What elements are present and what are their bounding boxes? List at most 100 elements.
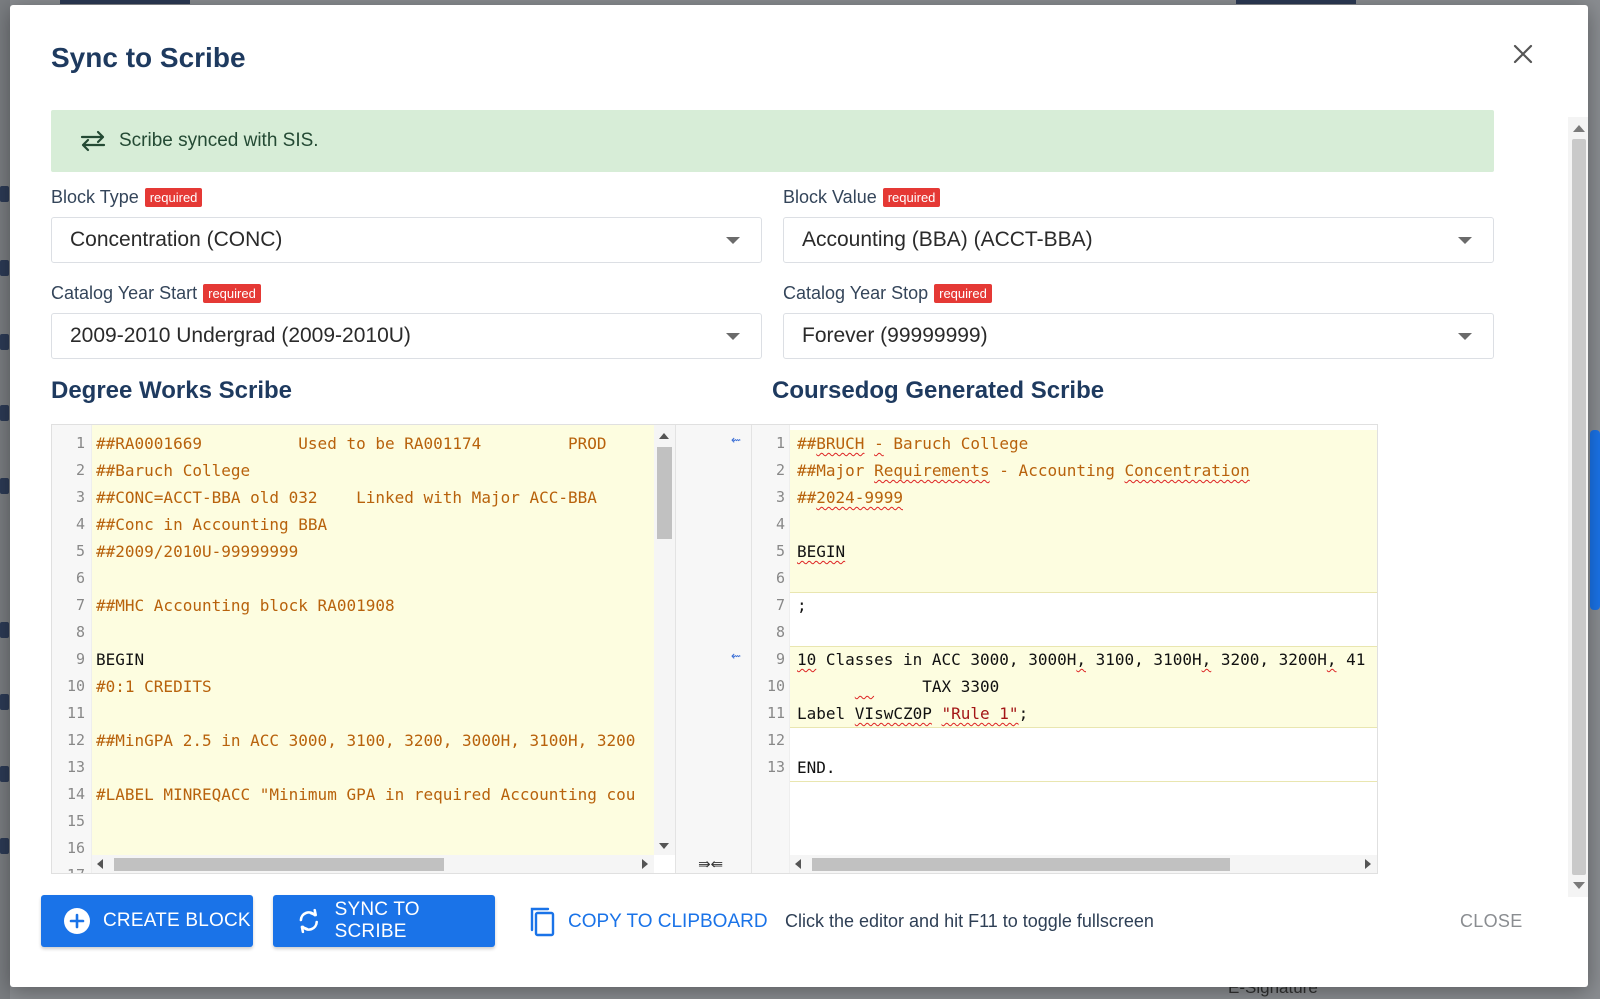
code-text: ##2009/2010U-99999999 xyxy=(96,542,299,561)
line-number: 10 xyxy=(66,677,85,695)
code-line[interactable]: 13 END. xyxy=(752,754,1377,781)
create-block-button[interactable]: CREATE BLOCK xyxy=(41,895,253,947)
required-badge: required xyxy=(882,188,941,207)
left-code-lines: 1 ##RA0001669 Used to be RA001174 PROD 2 ##… xyxy=(52,430,675,873)
chunk-border xyxy=(790,781,1377,782)
code-text: ##Major Requirements - Accounting Concen… xyxy=(797,457,1250,484)
left-horizontal-scrollbar[interactable] xyxy=(92,855,654,873)
scroll-up-arrow-icon[interactable] xyxy=(1573,125,1585,132)
code-line[interactable]: 6 xyxy=(752,565,1377,592)
degree-works-editor-pane[interactable]: 1 ##RA0001669 Used to be RA001174 PROD 2 ##… xyxy=(52,425,675,873)
line-number: 13 xyxy=(766,758,785,776)
code-line[interactable]: 11 Label VIswCZ0P "Rule 1"; xyxy=(752,700,1377,727)
code-segment: Classes in ACC 3000, 3000H xyxy=(816,650,1077,669)
code-line[interactable]: 7 ##MHC Accounting block RA001908 xyxy=(52,592,675,619)
merge-chunk-arrow-icon[interactable]: ⇜ xyxy=(731,649,741,663)
copy-to-clipboard-button[interactable]: COPY TO CLIPBOARD xyxy=(528,905,768,939)
code-segment: 41 xyxy=(1336,650,1366,669)
line-number: 17 xyxy=(52,862,85,873)
background-sidebar-icon xyxy=(0,334,9,350)
code-line[interactable]: 12 xyxy=(752,727,1377,754)
code-line[interactable]: 11 xyxy=(52,700,675,727)
scroll-left-arrow-icon[interactable] xyxy=(795,859,801,869)
line-number: 4 xyxy=(75,515,85,533)
code-line[interactable]: 4 ##Conc in Accounting BBA xyxy=(52,511,675,538)
left-vertical-scrollbar[interactable] xyxy=(654,425,675,855)
spellcheck-flagged-text: 10 xyxy=(797,650,817,669)
spellcheck-flagged-text: Concentration xyxy=(1124,461,1250,480)
spellcheck-flagged-text xyxy=(855,677,874,696)
code-line[interactable]: 2 ##Major Requirements - Accounting Conce… xyxy=(752,457,1377,484)
scrollbar-thumb[interactable] xyxy=(812,858,1230,871)
code-line[interactable]: 4 xyxy=(752,511,1377,538)
spellcheck-flagged-text: , xyxy=(1201,650,1212,669)
scroll-right-arrow-icon[interactable] xyxy=(642,859,648,869)
line-number: 5 xyxy=(775,542,785,560)
code-line[interactable]: 1 ##BRUCH - Baruch College xyxy=(752,430,1377,457)
required-badge: required xyxy=(934,284,992,303)
close-button[interactable]: CLOSE xyxy=(1460,911,1523,932)
code-text: BEGIN xyxy=(797,538,845,565)
add-circle-icon xyxy=(64,908,90,934)
code-line[interactable]: 8 xyxy=(52,619,675,646)
code-segment: ## xyxy=(797,488,817,507)
code-line[interactable]: 10 TAX 3300 xyxy=(752,673,1377,700)
sync-status-alert: Scribe synced with SIS. xyxy=(51,110,1494,172)
code-line[interactable]: 1 ##RA0001669 Used to be RA001174 PROD xyxy=(52,430,675,457)
spellcheck-flagged-text: , xyxy=(1076,650,1086,669)
code-text: ##RA0001669 Used to be RA001174 PROD xyxy=(96,434,607,453)
line-number: 7 xyxy=(75,596,85,614)
right-horizontal-scrollbar[interactable] xyxy=(790,855,1377,873)
code-line[interactable]: 15 xyxy=(52,808,675,835)
line-number: 16 xyxy=(66,839,85,857)
spellcheck-flagged-text: - xyxy=(874,434,884,453)
code-line[interactable]: 5 ##2009/2010U-99999999 xyxy=(52,538,675,565)
code-line[interactable]: 8 xyxy=(752,619,1377,646)
code-line[interactable]: 2 ##Baruch College xyxy=(52,457,675,484)
code-line[interactable]: 13 xyxy=(52,754,675,781)
code-segment: ## xyxy=(797,434,817,453)
code-line[interactable]: 10 #0:1 CREDITS xyxy=(52,673,675,700)
close-icon[interactable] xyxy=(1510,41,1536,67)
code-line[interactable]: 12 ##MinGPA 2.5 in ACC 3000, 3100, 3200, … xyxy=(52,727,675,754)
catalog-year-stop-label-text: Catalog Year Stop xyxy=(783,283,929,303)
code-line[interactable]: 14 #LABEL MINREQACC "Minimum GPA in requi… xyxy=(52,781,675,808)
scrollbar-thumb[interactable] xyxy=(1572,139,1586,875)
code-text: TAX 3300 xyxy=(797,673,999,700)
scrollbar-thumb[interactable] xyxy=(114,858,444,871)
background-sidebar-icon xyxy=(0,694,9,710)
scroll-up-arrow-icon[interactable] xyxy=(659,433,669,439)
code-line[interactable]: 9 BEGIN xyxy=(52,646,675,673)
code-line[interactable]: 6 xyxy=(52,565,675,592)
code-line[interactable]: 5 BEGIN xyxy=(752,538,1377,565)
catalog-year-stop-select[interactable]: Forever (99999999) xyxy=(783,313,1494,359)
scroll-down-arrow-icon[interactable] xyxy=(1573,882,1585,889)
catalog-year-stop-label: Catalog Year Stop required xyxy=(783,283,992,304)
code-line[interactable]: 3 ##CONC=ACCT-BBA old 032 Linked with Maj… xyxy=(52,484,675,511)
scribe-diff-editor[interactable]: 1 ##RA0001669 Used to be RA001174 PROD 2 ##… xyxy=(51,424,1378,874)
code-line[interactable]: 9 10 Classes in ACC 3000, 3000H, 3100, 31… xyxy=(752,646,1377,673)
code-line[interactable]: 3 ##2024-9999 xyxy=(752,484,1377,511)
sync-to-scribe-button[interactable]: SYNC TO SCRIBE xyxy=(273,895,495,947)
coursedog-editor-pane[interactable]: 1 ##BRUCH - Baruch College 2 ##Major Requir… xyxy=(752,425,1377,873)
scroll-down-arrow-icon[interactable] xyxy=(659,843,669,849)
merge-chunk-arrow-icon[interactable]: ⇜ xyxy=(731,433,741,447)
scroll-left-arrow-icon[interactable] xyxy=(97,859,103,869)
line-number: 8 xyxy=(75,623,85,641)
modal-scrollbar[interactable] xyxy=(1568,117,1588,897)
required-badge: required xyxy=(144,188,203,207)
catalog-year-start-value: 2009-2010 Undergrad (2009-2010U) xyxy=(70,324,411,347)
block-type-select[interactable]: Concentration (CONC) xyxy=(51,217,762,263)
code-segment: Baruch College xyxy=(883,434,1029,453)
chevron-down-icon xyxy=(726,237,740,244)
fullscreen-hint: Click the editor and hit F11 to toggle f… xyxy=(785,911,1154,931)
block-type-label-text: Block Type xyxy=(51,187,139,207)
merge-all-icon[interactable]: ⇛⇚ xyxy=(698,855,723,873)
catalog-year-start-select[interactable]: 2009-2010 Undergrad (2009-2010U) xyxy=(51,313,762,359)
code-line[interactable]: 7; xyxy=(752,592,1377,619)
scroll-right-arrow-icon[interactable] xyxy=(1365,859,1371,869)
block-value-select[interactable]: Accounting (BBA) (ACCT-BBA) xyxy=(783,217,1494,263)
background-sidebar-icon xyxy=(0,405,9,421)
scrollbar-thumb[interactable] xyxy=(657,447,672,539)
